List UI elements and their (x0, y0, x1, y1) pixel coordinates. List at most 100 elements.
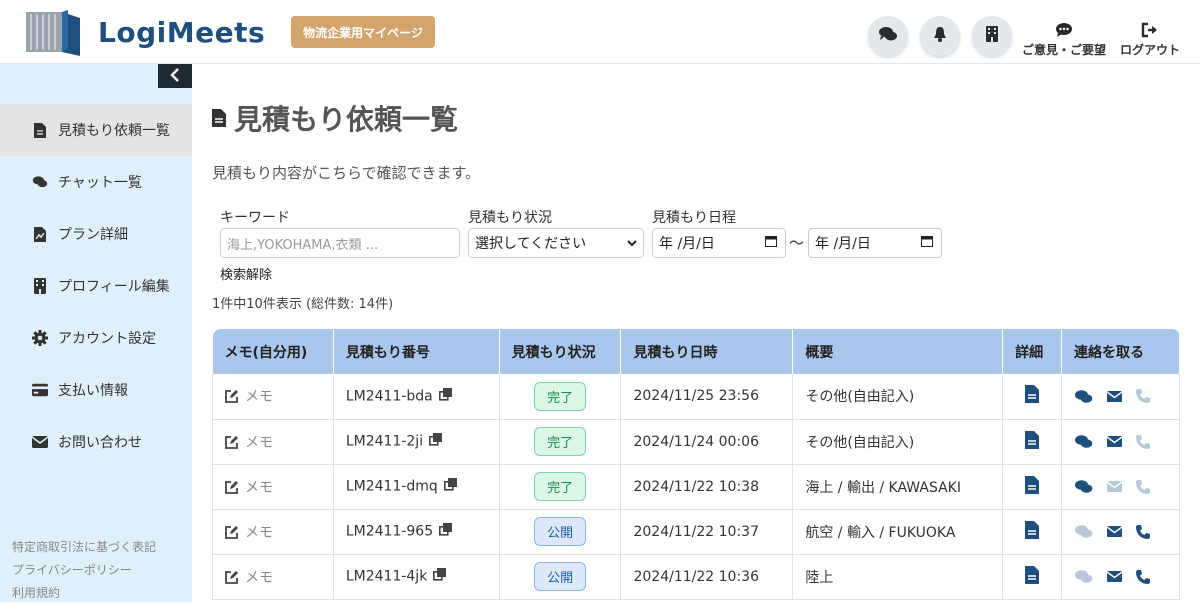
status-filter-label: 見積もり状況 (468, 210, 552, 226)
sidebar-item-account-settings[interactable]: アカウント設定 (0, 312, 192, 364)
feedback-link[interactable]: ご意見・ご要望 (1022, 22, 1106, 58)
company-button[interactable] (972, 16, 1012, 56)
chat-icon[interactable] (1074, 434, 1093, 449)
edit-icon (225, 570, 239, 584)
table-header-row: メモ(自分用) 見積もり番号 見積もり状況 見積もり日時 概要 詳細 連絡を取る (212, 329, 1180, 374)
logo-mark-icon (22, 8, 82, 56)
phone-icon[interactable] (1136, 569, 1151, 584)
memo-label: メモ (245, 524, 273, 541)
chat-header-button[interactable] (868, 16, 908, 56)
table-row: メモ LM2411-4jk 公開 2024/11/22 10:36 陸上 (212, 554, 1180, 600)
sidebar-item-label: アカウント設定 (58, 331, 156, 347)
status-badge: 公開 (534, 517, 587, 546)
mail-icon[interactable] (1107, 436, 1123, 447)
sidebar-nav: 見積もり依頼一覧 チャット一覧 プラン詳細 プロフィール編集 アカウント設定 支… (0, 104, 192, 468)
copy-icon[interactable] (433, 568, 447, 585)
status-badge: 完了 (534, 381, 587, 411)
clear-search-button[interactable]: 検索解除 (220, 264, 272, 283)
chat-icon[interactable] (1074, 569, 1093, 584)
sidebar-item-label: お問い合わせ (58, 435, 142, 451)
keyword-label: キーワード (220, 210, 290, 226)
quote-datetime: 2024/11/22 10:36 (620, 554, 794, 600)
copy-icon[interactable] (443, 478, 457, 495)
company-mypage-badge: 物流企業用マイページ (291, 16, 435, 48)
chevron-down-icon (627, 235, 637, 251)
quote-number: LM2411-bda (345, 388, 433, 405)
keyword-placeholder: 海上,YOKOHAMA,衣類 ... (227, 237, 379, 253)
col-datetime: 見積もり日時 (620, 329, 794, 374)
quote-datetime: 2024/11/24 00:06 (620, 419, 794, 465)
document-icon (32, 122, 48, 138)
status-select-value: 選択してください (475, 236, 587, 252)
copy-icon[interactable] (438, 387, 452, 405)
col-memo: メモ(自分用) (212, 329, 334, 374)
tokushoho-link[interactable]: 特定商取引法に基づく表記 (12, 536, 156, 559)
date-from-value: 年 /月/日 (659, 236, 715, 252)
copy-icon[interactable] (429, 433, 443, 450)
page-title-text: 見積もり依頼一覧 (234, 103, 459, 136)
memo-button[interactable]: メモ (225, 432, 333, 452)
memo-button[interactable]: メモ (225, 477, 333, 497)
quote-table: メモ(自分用) 見積もり番号 見積もり状況 見積もり日時 概要 詳細 連絡を取る… (212, 329, 1180, 600)
col-contact: 連絡を取る (1061, 329, 1180, 374)
quote-summary: その他(自由記入) (792, 419, 1004, 465)
phone-icon[interactable] (1136, 524, 1151, 539)
building-icon (986, 26, 998, 46)
sidebar-item-payment-info[interactable]: 支払い情報 (0, 364, 192, 416)
comment-dots-icon (1055, 22, 1073, 41)
detail-document-icon[interactable] (1025, 565, 1040, 584)
detail-document-icon[interactable] (1025, 475, 1040, 494)
gear-icon (32, 330, 48, 346)
memo-button[interactable]: メモ (225, 386, 333, 406)
phone-icon[interactable] (1136, 389, 1151, 404)
logo[interactable]: LogiMeets (22, 8, 265, 56)
date-to-input[interactable]: 年 /月/日 (808, 228, 942, 258)
date-from-input[interactable]: 年 /月/日 (652, 228, 786, 258)
phone-icon[interactable] (1136, 434, 1151, 449)
sidebar-item-chat-list[interactable]: チャット一覧 (0, 156, 192, 208)
quote-datetime: 2024/11/22 10:38 (620, 464, 794, 510)
phone-icon[interactable] (1136, 479, 1151, 494)
col-number: 見積もり番号 (333, 329, 500, 374)
quote-datetime: 2024/11/25 23:56 (620, 374, 794, 420)
chat-icon[interactable] (1074, 524, 1093, 539)
mail-icon[interactable] (1107, 571, 1123, 582)
notification-button[interactable] (920, 16, 960, 56)
date-range-tilde: 〜 (789, 234, 805, 252)
credit-card-icon (32, 383, 48, 397)
sidebar-item-contact[interactable]: お問い合わせ (0, 416, 192, 468)
status-badge: 完了 (534, 472, 587, 501)
page-title: 見積もり依頼一覧 (212, 98, 458, 138)
logout-link[interactable]: ログアウト (1120, 22, 1180, 58)
detail-document-icon[interactable] (1025, 385, 1040, 404)
detail-document-icon[interactable] (1025, 520, 1040, 539)
sidebar-item-quote-requests[interactable]: 見積もり依頼一覧 (0, 104, 192, 156)
keyword-input[interactable]: 海上,YOKOHAMA,衣類 ... (220, 228, 460, 258)
calendar-icon (765, 235, 777, 251)
memo-label: メモ (245, 434, 273, 451)
table-row: メモ LM2411-bda 完了 2024/11/25 23:56 その他(自由… (212, 374, 1180, 420)
memo-button[interactable]: メモ (225, 522, 333, 542)
mail-icon[interactable] (1107, 481, 1123, 492)
chat-icon[interactable] (1074, 479, 1093, 494)
sidebar-item-label: 支払い情報 (58, 383, 128, 399)
status-select[interactable]: 選択してください (468, 228, 644, 258)
col-status: 見積もり状況 (499, 329, 622, 374)
quote-number: LM2411-4jk (345, 568, 428, 585)
sidebar-item-label: プラン詳細 (58, 227, 128, 243)
mail-icon[interactable] (1107, 390, 1123, 402)
copy-icon[interactable] (439, 523, 453, 540)
privacy-policy-link[interactable]: プライバシーポリシー (12, 559, 156, 582)
memo-button[interactable]: メモ (225, 567, 333, 587)
sidebar-collapse-button[interactable] (158, 64, 192, 88)
sidebar-item-plan-details[interactable]: プラン詳細 (0, 208, 192, 260)
sidebar-item-profile-edit[interactable]: プロフィール編集 (0, 260, 192, 312)
edit-icon (225, 480, 239, 494)
chat-icon[interactable] (1074, 389, 1093, 404)
date-to-value: 年 /月/日 (815, 236, 871, 252)
table-row: メモ LM2411-2ji 完了 2024/11/24 00:06 その他(自由… (212, 419, 1180, 465)
detail-document-icon[interactable] (1025, 430, 1040, 449)
logo-text: LogiMeets (98, 15, 266, 49)
mail-icon[interactable] (1107, 526, 1123, 537)
quote-summary: 海上 / 輸出 / KAWASAKI (792, 464, 1004, 510)
